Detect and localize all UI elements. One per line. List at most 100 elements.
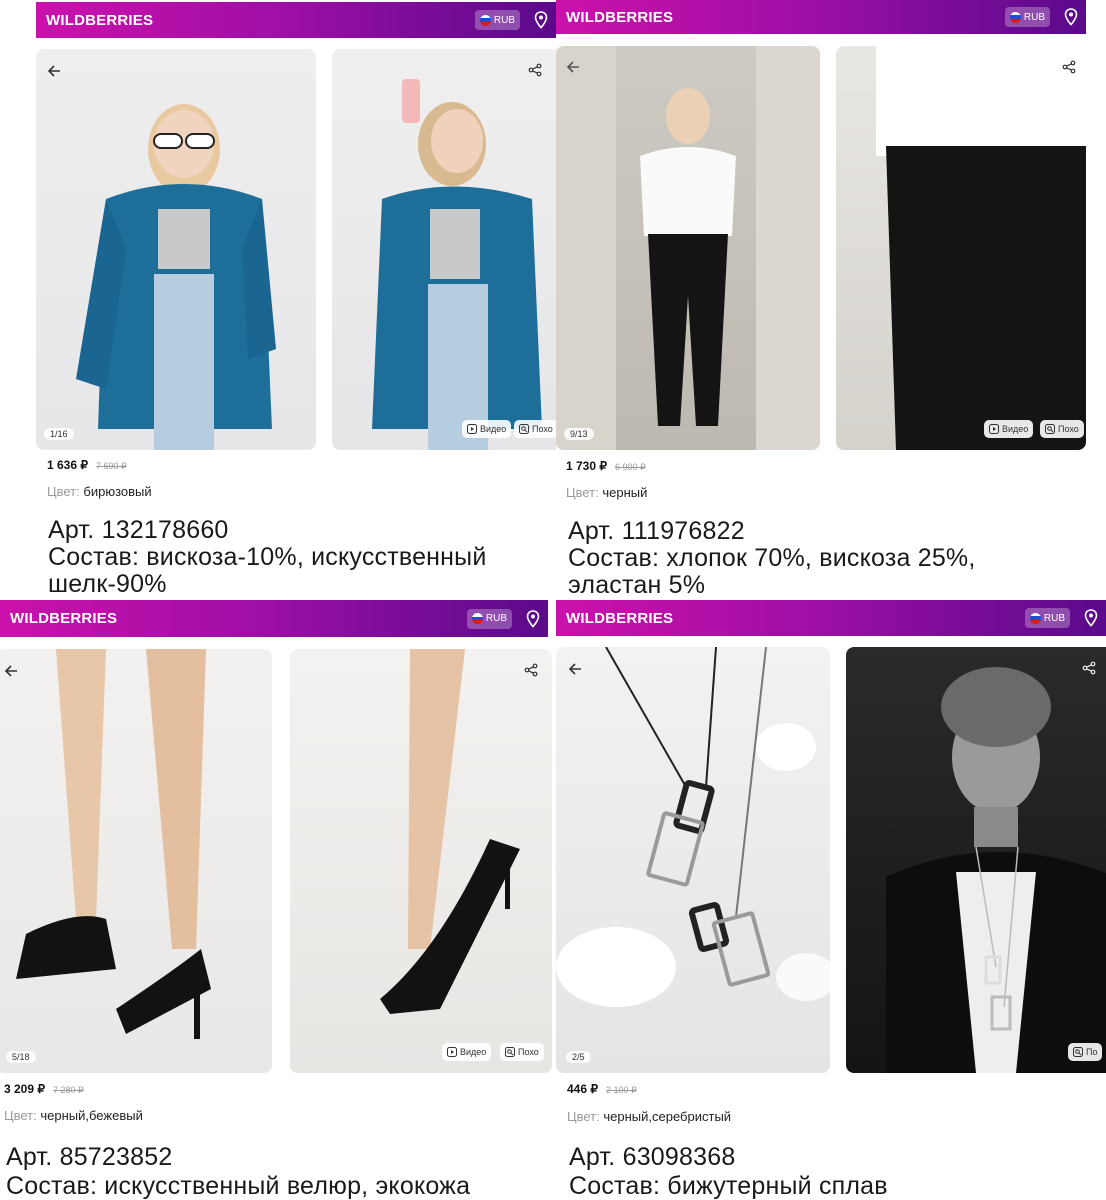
currency-selector[interactable]: RUB <box>1004 7 1050 27</box>
article-number: Арт. 85723852 <box>6 1143 173 1171</box>
share-icon[interactable] <box>1062 60 1076 74</box>
app-header: WILDBERRIES RUB <box>0 600 548 637</box>
product-card-1: WILDBERRIES RUB 1/16 Видео Похо 1 636 ₽ … <box>36 0 556 600</box>
color-row: Цвет: черный,бежевый <box>4 1108 143 1123</box>
color-row: Цвет: черный,серебристый <box>567 1109 731 1124</box>
shoes-legs-illustration <box>16 649 211 1039</box>
back-arrow-icon[interactable] <box>564 58 582 76</box>
similar-search-icon <box>1045 424 1055 434</box>
video-label: Видео <box>1002 424 1029 434</box>
current-price: 1 636 ₽ <box>47 458 88 472</box>
product-photo-main[interactable]: 2/5 <box>556 647 830 1073</box>
wildberries-logo[interactable]: WILDBERRIES <box>566 610 1025 627</box>
necklace-illustration <box>556 647 830 1007</box>
current-price: 3 209 ₽ <box>4 1082 45 1096</box>
currency-label: RUB <box>1043 612 1065 624</box>
product-photo-main[interactable]: 1/16 <box>36 49 316 450</box>
similar-button[interactable]: Похо <box>500 1043 544 1061</box>
wildberries-logo[interactable]: WILDBERRIES <box>566 9 1005 26</box>
location-pin-icon[interactable] <box>1064 8 1078 26</box>
back-arrow-icon[interactable] <box>566 660 584 678</box>
product-photo-main[interactable]: 5/18 <box>0 649 272 1073</box>
current-price: 446 ₽ <box>567 1082 598 1096</box>
back-arrow-icon[interactable] <box>45 62 63 80</box>
article-number: Арт. 63098368 <box>569 1143 736 1171</box>
product-card-4: WILDBERRIES RUB 2/5 По 446 ₽ 2 100 ₽ Цве… <box>556 600 1106 1200</box>
similar-button[interactable]: По <box>1068 1043 1103 1061</box>
color-value: бирюзовый <box>83 484 152 499</box>
composition-line-2: эластан 5% <box>568 571 706 599</box>
similar-button[interactable]: Похо <box>514 420 556 438</box>
product-photo-second[interactable]: Видео Похо <box>836 46 1086 450</box>
currency-selector[interactable]: RUB <box>1024 608 1070 628</box>
color-label: Цвет: <box>566 485 599 500</box>
location-pin-icon[interactable] <box>534 11 548 29</box>
currency-label: RUB <box>493 14 515 26</box>
trousers-model-illustration <box>556 46 820 450</box>
share-icon[interactable] <box>528 63 542 77</box>
price-row: 1 730 ₽ 6 900 ₽ <box>566 459 646 473</box>
old-price: 2 100 ₽ <box>606 1085 637 1095</box>
shirt-model-illustration <box>76 104 276 450</box>
price-row: 3 209 ₽ 7 280 ₽ <box>4 1082 84 1096</box>
play-icon <box>467 424 477 434</box>
russia-flag-icon <box>1029 612 1041 624</box>
similar-label: По <box>1086 1047 1098 1057</box>
current-price: 1 730 ₽ <box>566 459 607 473</box>
similar-search-icon <box>519 424 529 434</box>
wildberries-logo[interactable]: WILDBERRIES <box>10 610 467 627</box>
video-label: Видео <box>480 424 507 434</box>
article-number: Арт. 132178660 <box>48 516 229 544</box>
product-card-2: WILDBERRIES RUB 9/13 Видео Похо 1 730 ₽ … <box>556 0 1106 600</box>
similar-label: Похо <box>518 1047 539 1057</box>
back-arrow-icon[interactable] <box>2 662 20 680</box>
currency-label: RUB <box>485 613 507 624</box>
necklace-model-illustration <box>886 667 1106 1073</box>
old-price: 7 690 ₽ <box>96 461 127 471</box>
location-pin-icon[interactable] <box>1084 609 1098 627</box>
similar-search-icon <box>1073 1047 1083 1057</box>
composition-line-1: Состав: хлопок 70%, вискоза 25%, <box>568 544 976 572</box>
product-photo-second[interactable]: По <box>846 647 1106 1073</box>
color-label: Цвет: <box>567 1109 600 1124</box>
currency-selector[interactable]: RUB <box>466 608 512 629</box>
video-button[interactable]: Видео <box>984 420 1034 438</box>
video-label: Видео <box>460 1047 487 1057</box>
price-row: 1 636 ₽ 7 690 ₽ <box>47 458 127 472</box>
image-counter: 2/5 <box>566 1051 591 1063</box>
video-button[interactable]: Видео <box>442 1043 492 1061</box>
color-row: Цвет: черный <box>566 485 647 500</box>
old-price: 7 280 ₽ <box>53 1085 84 1095</box>
product-photo-main[interactable]: 9/13 <box>556 46 820 450</box>
color-value: черный,бежевый <box>40 1108 143 1123</box>
image-counter: 5/18 <box>6 1051 36 1063</box>
old-price: 6 900 ₽ <box>615 462 646 472</box>
shirt-model-illustration-2 <box>372 79 542 450</box>
product-card-3: WILDBERRIES RUB 5/18 Видео Похо 3 209 ₽ … <box>0 600 556 1200</box>
share-icon[interactable] <box>524 663 538 677</box>
wildberries-logo[interactable]: WILDBERRIES <box>46 12 475 29</box>
product-photo-second[interactable]: Видео Похо <box>290 649 552 1073</box>
app-header: WILDBERRIES RUB <box>36 2 556 38</box>
location-pin-icon[interactable] <box>526 609 540 628</box>
app-header: WILDBERRIES RUB <box>556 0 1086 34</box>
share-icon[interactable] <box>1082 661 1096 675</box>
article-number: Арт. 111976822 <box>568 517 745 545</box>
currency-selector[interactable]: RUB <box>474 10 520 30</box>
video-button[interactable]: Видео <box>462 420 512 438</box>
composition-line-1: Состав: бижутерный сплав <box>569 1172 888 1200</box>
play-icon <box>989 424 999 434</box>
color-value: черный <box>602 485 648 500</box>
similar-search-icon <box>505 1047 515 1057</box>
image-counter: 1/16 <box>44 428 74 440</box>
similar-button[interactable]: Похо <box>1040 420 1084 438</box>
product-photo-second[interactable]: Видео Похо <box>332 49 556 450</box>
image-counter: 9/13 <box>564 428 594 440</box>
color-row: Цвет: бирюзовый <box>47 484 152 499</box>
composition-line-1: Состав: искусственный велюр, экокожа <box>6 1172 471 1200</box>
similar-label: Похо <box>1058 424 1079 434</box>
currency-label: RUB <box>1023 11 1045 23</box>
similar-label: Похо <box>532 424 553 434</box>
app-header: WILDBERRIES RUB <box>556 600 1106 636</box>
composition-line-1: Состав: вискоза-10%, искусственный <box>48 543 487 571</box>
